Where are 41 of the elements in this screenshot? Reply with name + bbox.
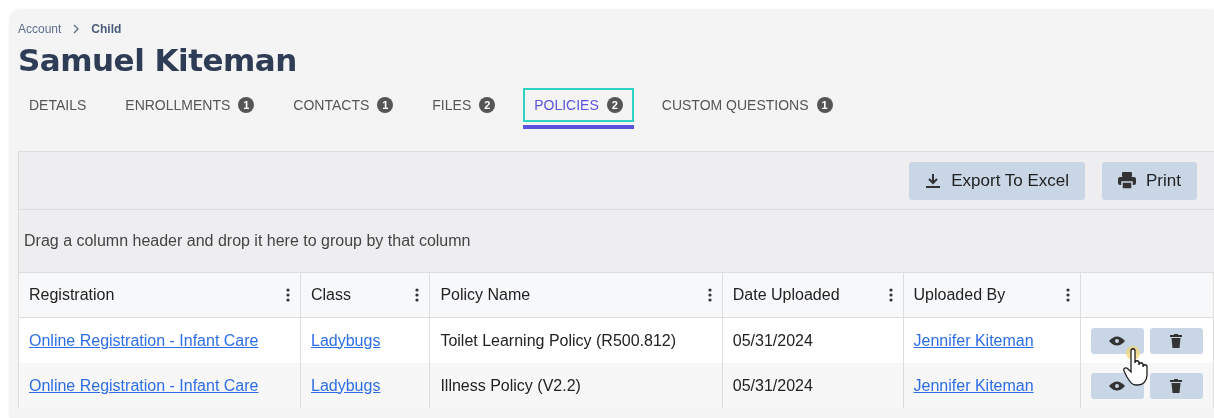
count-badge: 1	[816, 97, 833, 113]
tab[interactable]: DETAILS	[18, 88, 98, 122]
tab[interactable]: ENROLLMENTS 1	[114, 88, 266, 122]
column-header[interactable]: Class	[311, 286, 351, 304]
table-cell: 05/31/2024	[732, 376, 813, 394]
page-title: Samuel Kiteman	[18, 42, 298, 78]
column-menu-icon[interactable]	[286, 288, 290, 302]
user-link[interactable]: Jennifer Kiteman	[913, 376, 1034, 394]
breadcrumb-item[interactable]: Account	[18, 22, 62, 36]
tab[interactable]: FILES 2	[421, 88, 507, 122]
eye-icon	[1109, 380, 1126, 391]
delete-button[interactable]	[1149, 327, 1203, 354]
table-cell: Illness Policy (V2.2)	[440, 376, 581, 394]
column-menu-icon[interactable]	[707, 288, 712, 302]
trash-icon	[1170, 378, 1183, 393]
column-menu-icon[interactable]	[888, 288, 893, 302]
registration-link[interactable]: Online Registration - Infant Care	[29, 376, 259, 394]
column-menu-icon[interactable]	[1065, 288, 1070, 302]
table-cell: 05/31/2024	[732, 331, 813, 349]
tab[interactable]: CUSTOM QUESTIONS 1	[650, 88, 844, 122]
eye-icon	[1109, 335, 1126, 346]
count-badge: 2	[479, 97, 496, 113]
trash-icon	[1170, 333, 1183, 348]
tab[interactable]: CONTACTS 1	[282, 88, 405, 122]
breadcrumb-item: Child	[91, 22, 122, 36]
delete-button[interactable]	[1149, 372, 1203, 399]
export-button[interactable]: Export To Excel	[909, 161, 1086, 200]
print-button[interactable]: Print	[1102, 161, 1197, 200]
view-button[interactable]	[1090, 327, 1144, 354]
chevron-right-icon	[73, 24, 80, 34]
download-icon	[925, 172, 942, 189]
group-panel-hint: Drag a column header and drop it here to group by that column	[24, 232, 471, 250]
column-menu-icon[interactable]	[415, 288, 420, 302]
column-header[interactable]: Registration	[29, 286, 115, 304]
count-badge: 1	[377, 97, 394, 113]
count-badge: 1	[238, 97, 255, 113]
column-header[interactable]: Policy Name	[440, 286, 531, 304]
table-cell: Toilet Learning Policy (R500.812)	[440, 331, 677, 349]
count-badge: 2	[606, 97, 623, 113]
printer-icon	[1118, 172, 1137, 189]
class-link[interactable]: Ladybugs	[311, 376, 381, 394]
